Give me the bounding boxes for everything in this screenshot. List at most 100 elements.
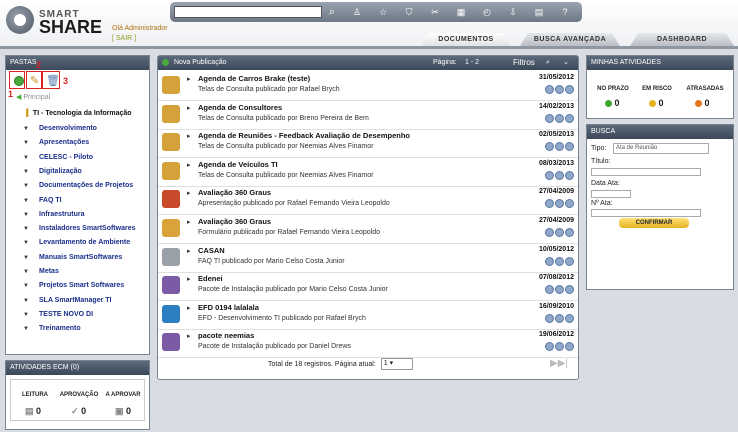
view-icon[interactable] [545,85,554,94]
download-icon[interactable] [555,199,564,209]
expand-icon[interactable]: ▸ [187,304,191,312]
expand-icon[interactable]: ▸ [187,189,191,197]
user-icon[interactable]: ♙ [350,5,364,19]
view-icon[interactable] [545,313,554,323]
info-icon[interactable] [565,313,574,323]
expand-arrow-icon[interactable]: ▼ [23,126,39,132]
folder-item[interactable]: ▼ Digitalização [23,168,82,175]
star-icon[interactable]: ☆ [376,5,390,19]
expand-icon[interactable]: ▸ [187,332,191,340]
leitura-count[interactable]: ▤ 0 [25,406,41,417]
publication-row[interactable]: ▸ pacote neemias Pacote de Instalação publ… [158,329,578,359]
download-icon[interactable] [555,228,564,237]
publication-title[interactable]: CASAN [198,246,225,255]
search-icon[interactable]: ⌕ [324,4,340,20]
data-ata-input[interactable] [591,190,631,198]
folder-item[interactable]: ▼ Instaladores SmartSoftwares [23,225,135,232]
info-icon[interactable] [565,85,574,94]
expand-arrow-icon[interactable]: ▼ [23,155,39,161]
expand-arrow-icon[interactable]: ▼ [23,198,39,204]
expand-icon[interactable]: ▸ [187,247,191,255]
confirm-button[interactable]: CONFIRMAR [619,218,689,228]
view-icon[interactable] [545,228,554,237]
clock-icon[interactable]: ◴ [480,5,494,19]
folder-item[interactable]: ▼ Manuais SmartSoftwares [23,254,122,261]
info-icon[interactable] [565,199,574,209]
num-ata-input[interactable] [591,209,701,217]
download-icon[interactable] [555,142,564,152]
calculator-icon[interactable]: ▦ [454,5,468,19]
view-icon[interactable] [545,170,554,180]
folder-item[interactable]: ▼ Treinamento [23,325,81,332]
folder-item[interactable]: ▼ FAQ TI [23,197,62,204]
download-icon[interactable]: ⇩ [506,5,520,19]
a-aprovar-count[interactable]: ▣ 0 [115,406,131,417]
calendar-icon[interactable]: ▤ [532,5,546,19]
titulo-input[interactable] [591,168,701,176]
atrasadas-count[interactable]: 0 [695,98,710,108]
publication-title[interactable]: EFD 0194 lalalala [198,303,259,312]
expand-arrow-icon[interactable]: ▼ [23,240,39,246]
page-select[interactable]: 1 ▾ [380,358,413,370]
expand-icon[interactable]: ▸ [187,104,191,112]
filter-icon[interactable]: ⛉ [402,5,416,19]
new-publication-button[interactable]: Nova Publicação [174,59,227,66]
expand-icon[interactable]: ▸ [187,218,191,226]
info-icon[interactable] [565,170,574,180]
expand-arrow-icon[interactable]: ▼ [23,283,39,289]
view-icon[interactable] [545,256,554,266]
expand-arrow-icon[interactable]: ▼ [23,169,39,175]
publication-row[interactable]: ▸ EFD 0194 lalalala EFD - Desenvolvimento … [158,301,578,330]
expand-arrow-icon[interactable]: ▼ [23,255,39,261]
publication-title[interactable]: Avaliação 360 Graus [198,188,271,197]
expand-arrow-icon[interactable]: ▼ [23,140,39,146]
folder-item[interactable]: ▼ CELESC - Piloto [23,154,93,161]
no-prazo-count[interactable]: 0 [605,98,620,108]
download-icon[interactable] [555,170,564,180]
em-risco-count[interactable]: 0 [649,98,664,108]
collapse-icon[interactable]: ⌄ [563,56,569,70]
folder-item[interactable]: ▼ Documentações de Projetos [23,182,133,189]
expand-icon[interactable]: ▸ [187,132,191,140]
help-icon[interactable]: ? [558,5,572,19]
expand-arrow-icon[interactable]: ▼ [23,312,39,318]
expand-arrow-icon[interactable]: ▼ [23,298,39,304]
tree-root-child[interactable]: ▌ TI - Tecnologia da Informação [26,110,132,117]
publication-title[interactable]: Avaliação 360 Graus [198,217,271,226]
publication-title[interactable]: Edenei [198,274,223,283]
publication-title[interactable]: Agenda de Consultores [198,103,282,112]
publication-row[interactable]: ▸ Edenei Pacote de Instalação publicado po… [158,272,578,302]
download-icon[interactable] [555,342,564,352]
publication-row[interactable]: ▸ Agenda de Veículos TI Telas de Consulta … [158,158,578,187]
tab-documentos[interactable]: DOCUMENTOS [422,33,510,46]
publication-title[interactable]: pacote neemias [198,331,254,340]
expand-arrow-icon[interactable]: ▼ [23,326,39,332]
download-icon[interactable] [555,256,564,266]
info-icon[interactable] [565,342,574,352]
info-icon[interactable] [565,256,574,266]
expand-arrow-icon[interactable]: ▼ [23,226,39,232]
download-icon[interactable] [555,113,564,123]
folder-item[interactable]: ▼ SLA SmartManager TI [23,297,111,304]
info-icon[interactable] [565,285,574,295]
tree-root[interactable]: ◀ Principal [16,93,50,101]
publication-row[interactable]: ▸ CASAN FAQ TI publicado por Mario Celso C… [158,244,578,273]
aprovacao-count[interactable]: ✓ 0 [71,406,86,417]
expand-arrow-icon[interactable]: ▼ [23,212,39,218]
info-icon[interactable] [565,228,574,237]
view-icon[interactable] [545,142,554,152]
publication-row[interactable]: ▸ Avaliação 360 Graus Apresentação publica… [158,186,578,216]
info-icon[interactable] [565,142,574,152]
add-icon[interactable] [162,58,169,66]
filters-button[interactable]: Filtros [513,56,535,70]
expand-icon[interactable]: ▸ [187,275,191,283]
tab-dashboard[interactable]: DASHBOARD [630,33,734,46]
expand-arrow-icon[interactable]: ▼ [23,183,39,189]
next-page-icon[interactable]: ▶▶| [550,358,568,369]
search-icon[interactable]: ⌕ [546,56,550,70]
tools-icon[interactable]: ✂ [428,5,442,19]
publication-row[interactable]: ▸ Agenda de Reuniões - Feedback Avaliação… [158,129,578,159]
expand-icon[interactable]: ▸ [187,161,191,169]
publication-row[interactable]: ▸ Avaliação 360 Graus Formulário publicado… [158,215,578,244]
download-icon[interactable] [555,285,564,295]
